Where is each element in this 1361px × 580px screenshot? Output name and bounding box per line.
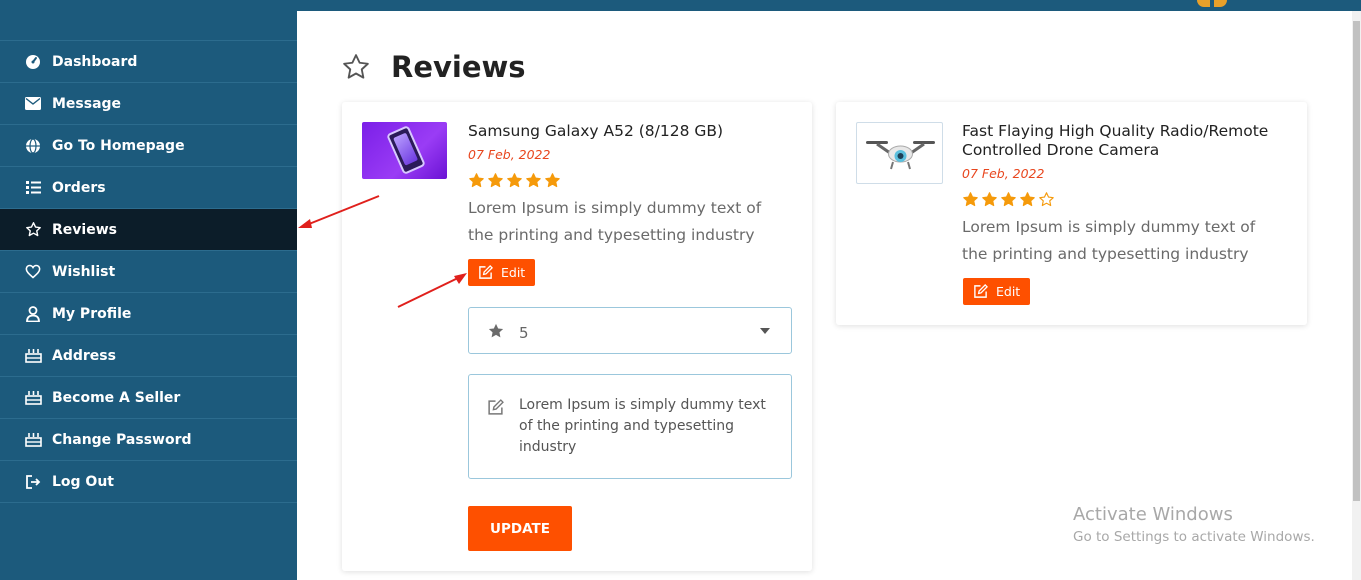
- annotation-arrow-icon: [298, 195, 380, 228]
- sidebar-item-label: My Profile: [52, 305, 132, 322]
- page-title: Reviews: [391, 50, 526, 84]
- edit-icon: [487, 399, 504, 416]
- update-button[interactable]: UPDATE: [468, 506, 572, 551]
- star-filled-icon: [1001, 192, 1016, 207]
- rating-select[interactable]: 5: [468, 307, 792, 354]
- page-header: Reviews: [341, 50, 526, 84]
- heart-icon: [24, 263, 42, 281]
- product-image[interactable]: [856, 122, 943, 184]
- sidebar-item-reviews[interactable]: Reviews: [0, 209, 297, 251]
- sidebar-item-become-seller[interactable]: Become A Seller: [0, 377, 297, 419]
- list-icon: [24, 179, 42, 197]
- edit-icon: [478, 265, 493, 280]
- review-text: Lorem Ipsum is simply dummy text of the …: [962, 218, 1256, 263]
- review-date: 07 Feb, 2022: [962, 166, 1045, 181]
- sidebar: Dashboard Message Go To Homepage Orders …: [0, 0, 297, 580]
- star-outline-icon: [341, 52, 371, 82]
- scrollbar[interactable]: [1352, 11, 1361, 580]
- product-name[interactable]: Fast Flaying High Quality Radio/Remote C…: [962, 122, 1292, 160]
- comment-text: Lorem Ipsum is simply dummy text of the …: [519, 397, 766, 455]
- dashboard-icon: [24, 53, 42, 71]
- sidebar-item-wishlist[interactable]: Wishlist: [0, 251, 297, 293]
- windows-activation-watermark: Activate Windows Go to Settings to activ…: [1073, 504, 1315, 545]
- star-icon: [24, 221, 42, 239]
- cake-icon: [24, 347, 42, 365]
- scrollbar-thumb[interactable]: [1353, 21, 1360, 501]
- star-filled-icon: [488, 173, 503, 188]
- logout-icon: [24, 473, 42, 491]
- rating-stars: [468, 172, 561, 189]
- rating-stars: [962, 191, 1055, 208]
- edit-button[interactable]: Edit: [468, 259, 536, 286]
- cake-icon: [24, 431, 42, 449]
- rating-select-value: 5: [519, 323, 529, 342]
- sidebar-item-dashboard[interactable]: Dashboard: [0, 41, 297, 83]
- sidebar-item-change-password[interactable]: Change Password: [0, 419, 297, 461]
- chevron-down-icon: [760, 327, 770, 334]
- star-filled-icon: [526, 173, 541, 188]
- review-text: Lorem Ipsum is simply dummy text of the …: [468, 199, 762, 244]
- star-filled-icon: [545, 173, 560, 188]
- edit-button-label: Edit: [501, 265, 526, 280]
- watermark-subtitle: Go to Settings to activate Windows.: [1073, 529, 1315, 545]
- user-icon: [24, 305, 42, 323]
- sidebar-item-label: Reviews: [52, 221, 117, 238]
- edit-button-label: Edit: [996, 284, 1021, 299]
- product-name[interactable]: Samsung Galaxy A52 (8/128 GB): [468, 122, 788, 141]
- comment-textarea[interactable]: Lorem Ipsum is simply dummy text of the …: [468, 374, 792, 479]
- globe-icon: [24, 137, 42, 155]
- review-card: Fast Flaying High Quality Radio/Remote C…: [836, 102, 1307, 325]
- sidebar-item-label: Wishlist: [52, 263, 116, 280]
- sidebar-header: [0, 0, 297, 41]
- envelope-icon: [24, 95, 42, 113]
- sidebar-item-my-profile[interactable]: My Profile: [0, 293, 297, 335]
- logo-badge-icon: [1197, 0, 1227, 7]
- sidebar-item-homepage[interactable]: Go To Homepage: [0, 125, 297, 167]
- star-filled-icon: [982, 192, 997, 207]
- sidebar-item-address[interactable]: Address: [0, 335, 297, 377]
- sidebar-item-label: Orders: [52, 179, 106, 196]
- star-filled-icon: [507, 173, 522, 188]
- top-bar: [297, 0, 1361, 11]
- sidebar-item-label: Dashboard: [52, 53, 138, 70]
- review-date: 07 Feb, 2022: [468, 147, 551, 162]
- sidebar-item-log-out[interactable]: Log Out: [0, 461, 297, 503]
- sidebar-item-label: Message: [52, 95, 122, 112]
- watermark-title: Activate Windows: [1073, 504, 1233, 525]
- star-empty-icon: [1039, 192, 1054, 207]
- edit-button[interactable]: Edit: [963, 278, 1031, 305]
- star-filled-icon: [469, 173, 484, 188]
- product-image[interactable]: [362, 122, 447, 179]
- sidebar-item-message[interactable]: Message: [0, 83, 297, 125]
- sidebar-item-label: Log Out: [52, 473, 114, 490]
- annotation-arrow-icon: [397, 273, 467, 308]
- sidebar-item-label: Change Password: [52, 431, 192, 448]
- sidebar-item-label: Address: [52, 347, 116, 364]
- sidebar-item-label: Go To Homepage: [52, 137, 185, 154]
- sidebar-item-orders[interactable]: Orders: [0, 167, 297, 209]
- star-icon: [487, 322, 505, 340]
- edit-icon: [973, 284, 988, 299]
- sidebar-item-label: Become A Seller: [52, 389, 181, 406]
- cake-icon: [24, 389, 42, 407]
- star-filled-icon: [963, 192, 978, 207]
- star-filled-icon: [1020, 192, 1035, 207]
- review-card: Samsung Galaxy A52 (8/128 GB) 07 Feb, 20…: [342, 102, 812, 571]
